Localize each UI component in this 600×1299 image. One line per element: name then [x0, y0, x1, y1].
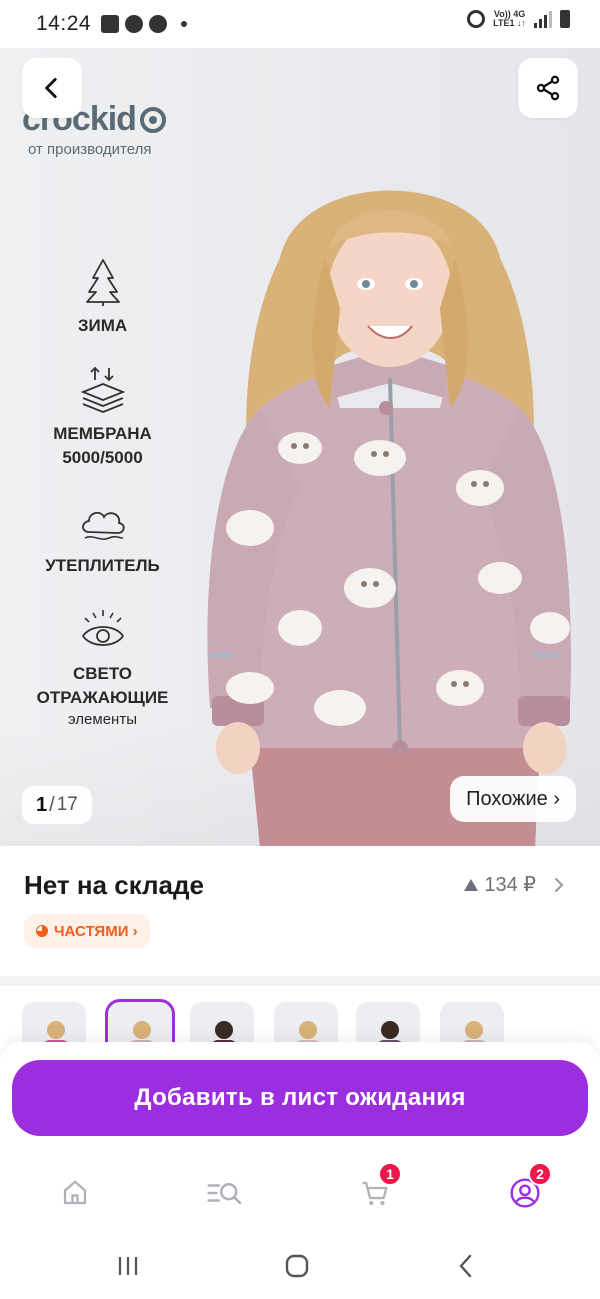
feature-winter-title: ЗИМА: [77, 316, 128, 335]
installments-label: ЧАСТЯМИ ›: [54, 922, 138, 940]
nav-profile[interactable]: 2: [500, 1162, 552, 1218]
feature-membrane-value: 5000/5000: [62, 448, 143, 467]
facebook-icon: [125, 15, 144, 33]
status-time: 14:24: [36, 12, 92, 35]
system-home-icon: [285, 1254, 309, 1278]
installments-badge[interactable]: ЧАСТЯМИ ›: [24, 914, 150, 948]
similar-button[interactable]: Похожие ›: [450, 776, 576, 822]
home-icon: [63, 1180, 87, 1205]
feature-membrane-title: МЕМБРАНА: [53, 424, 152, 443]
brand-mark-icon: [139, 106, 166, 133]
feature-reflective-subtitle: элементы: [67, 711, 137, 728]
stock-status: Нет на складе: [24, 870, 204, 900]
feature-winter: ЗИМА: [20, 256, 185, 338]
chevron-left-icon: [45, 77, 57, 99]
signal-icon: [534, 10, 552, 28]
feature-reflective: СВЕТО ОТРАЖАЮЩИЕ элементы: [20, 604, 185, 730]
share-button[interactable]: [518, 58, 578, 118]
network-indicator: Vo)) 4G LTE1 ↓↑: [493, 10, 526, 28]
product-photo-child-jacket: [207, 190, 571, 846]
bottom-navigation: 1 2: [0, 1152, 600, 1232]
recent-apps-icon: [118, 1257, 138, 1275]
product-gallery[interactable]: crockid от производителя ЗИМА МЕМБРАНА 5…: [0, 48, 600, 846]
image-counter-separator: /: [49, 793, 55, 816]
recent-apps-button[interactable]: [108, 1250, 148, 1282]
feature-list: ЗИМА МЕМБРАНА 5000/5000 УТЕПЛИТЕЛЬ СВЕТО…: [20, 256, 185, 756]
brand-subtitle: от производителя: [28, 141, 152, 158]
feature-reflective-title: СВЕТО: [72, 664, 133, 683]
status-bar: 14:24 Vo)) 4G LTE1 ↓↑: [0, 0, 600, 48]
more-notifications-icon: [181, 21, 188, 27]
image-counter-total: 17: [56, 794, 78, 815]
membrane-icon: [80, 366, 125, 413]
profile-badge: 2: [528, 1162, 552, 1186]
network-label-bottom: LTE1 ↓↑: [493, 18, 526, 28]
feature-insulation-title: УТЕПЛИТЕЛЬ: [45, 556, 160, 575]
price-history-value: 134 ₽: [484, 874, 536, 896]
battery-icon: [560, 10, 570, 28]
system-back-icon: [459, 1254, 472, 1278]
nav-cart[interactable]: 1: [350, 1162, 402, 1218]
alarm-icon: [467, 10, 486, 28]
feature-insulation: УТЕПЛИТЕЛЬ: [20, 496, 185, 578]
image-counter: 1 / 17: [22, 786, 92, 824]
back-button[interactable]: [22, 58, 82, 118]
system-back-button[interactable]: [446, 1250, 486, 1282]
price-history-link[interactable]: 134 ₽: [464, 872, 566, 897]
image-counter-current: 1: [36, 793, 48, 816]
system-icons: Vo)) 4G LTE1 ↓↑: [467, 10, 570, 28]
app-mascot-icon: [149, 15, 168, 33]
cart-badge: 1: [378, 1162, 402, 1186]
eye-icon: [81, 610, 124, 646]
tree-icon: [85, 259, 120, 306]
cta-panel: Добавить в лист ожидания: [0, 1042, 600, 1152]
notification-icons: [101, 15, 188, 33]
installments-pie-icon: [36, 925, 48, 937]
cloud-insulation-icon: [81, 511, 125, 540]
price-up-icon: [464, 878, 479, 891]
home-system-button[interactable]: [277, 1250, 317, 1282]
chevron-right-icon: [555, 877, 564, 892]
feature-reflective-title-line2: ОТРАЖАЮЩИЕ: [36, 688, 169, 707]
gallery-icon: [101, 15, 120, 33]
add-to-waitlist-button[interactable]: Добавить в лист ожидания: [12, 1060, 588, 1136]
catalog-search-icon: [207, 1183, 242, 1205]
share-icon: [536, 75, 560, 101]
similar-button-label: Похожие ›: [466, 787, 560, 810]
feature-membrane: МЕМБРАНА 5000/5000: [20, 364, 185, 470]
nav-home[interactable]: [50, 1168, 100, 1218]
system-navigation: [0, 1232, 600, 1299]
nav-catalog[interactable]: [200, 1168, 250, 1218]
product-info: Нет на складе 134 ₽ ЧАСТЯМИ ›: [0, 846, 600, 976]
